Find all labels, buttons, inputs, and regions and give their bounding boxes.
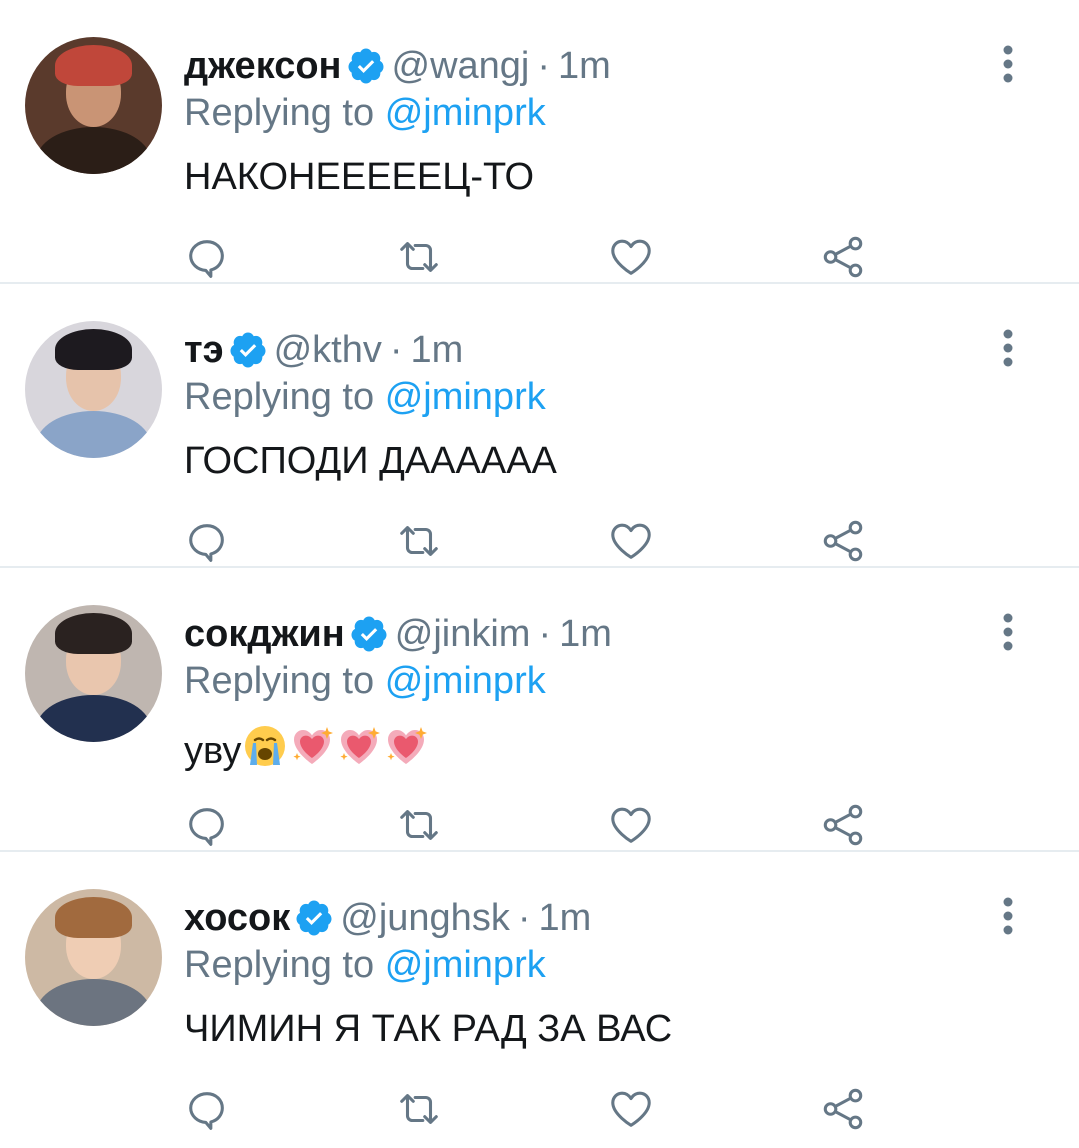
separator-dot: · xyxy=(389,329,403,371)
separator-dot: · xyxy=(538,613,552,655)
tweet-text: НАКОНЕЕЕЕЕЦ-ТО xyxy=(184,155,534,199)
retweet-icon[interactable] xyxy=(396,518,442,564)
tweet-header: хосок @junghsk · 1m xyxy=(184,896,591,940)
replying-to-label: Replying to xyxy=(184,92,375,134)
more-options-icon[interactable] xyxy=(988,612,1028,652)
tweet[interactable]: тэ @kthv · 1m Replying to @jminprk ГОСПО… xyxy=(0,284,1079,568)
crying-face-emoji xyxy=(242,723,288,779)
separator-dot: · xyxy=(517,897,531,939)
timestamp[interactable]: 1m xyxy=(538,896,591,940)
replying-to: Replying to @jminprk xyxy=(184,375,546,419)
reply-feed: джексон @wangj · 1m Replying to @jminprk… xyxy=(0,0,1079,1148)
verified-badge-icon xyxy=(349,614,389,654)
tweet-text-content: НАКОНЕЕЕЕЕЦ-ТО xyxy=(184,156,535,198)
verified-badge-icon xyxy=(228,330,268,370)
timestamp[interactable]: 1m xyxy=(559,612,612,656)
avatar[interactable] xyxy=(25,889,162,1026)
display-name[interactable]: хосок xyxy=(184,896,290,940)
reply-icon[interactable] xyxy=(184,234,230,280)
tweet[interactable]: джексон @wangj · 1m Replying to @jminprk… xyxy=(0,0,1079,284)
replying-to-label: Replying to xyxy=(184,376,375,418)
mention-link[interactable]: @jminprk xyxy=(385,660,546,702)
user-handle[interactable]: @junghsk xyxy=(340,896,510,940)
avatar[interactable] xyxy=(25,321,162,458)
replying-to: Replying to @jminprk xyxy=(184,659,546,703)
reply-icon[interactable] xyxy=(184,518,230,564)
replying-to: Replying to @jminprk xyxy=(184,91,546,135)
retweet-icon[interactable] xyxy=(396,1086,442,1132)
share-icon[interactable] xyxy=(820,802,866,848)
user-handle[interactable]: @wangj xyxy=(392,44,530,88)
separator-dot: · xyxy=(537,45,551,87)
verified-badge-icon xyxy=(346,46,386,86)
tweet-header: сокджин @jinkim · 1m xyxy=(184,612,612,656)
avatar[interactable] xyxy=(25,605,162,742)
more-options-icon[interactable] xyxy=(988,44,1028,84)
like-icon[interactable] xyxy=(608,802,654,848)
replying-to-label: Replying to xyxy=(184,944,375,986)
reply-icon[interactable] xyxy=(184,802,230,848)
like-icon[interactable] xyxy=(608,1086,654,1132)
user-handle[interactable]: @jinkim xyxy=(395,612,531,656)
tweet[interactable]: хосок @junghsk · 1m Replying to @jminprk… xyxy=(0,852,1079,1136)
replying-to: Replying to @jminprk xyxy=(184,943,546,987)
reply-icon[interactable] xyxy=(184,1086,230,1132)
share-icon[interactable] xyxy=(820,1086,866,1132)
timestamp[interactable]: 1m xyxy=(558,44,611,88)
replying-to-label: Replying to xyxy=(184,660,375,702)
tweet-header: тэ @kthv · 1m xyxy=(184,328,463,372)
like-icon[interactable] xyxy=(608,518,654,564)
retweet-icon[interactable] xyxy=(396,234,442,280)
display-name[interactable]: сокджин xyxy=(184,612,345,656)
retweet-icon[interactable] xyxy=(396,802,442,848)
mention-link[interactable]: @jminprk xyxy=(385,92,546,134)
tweet-text-content: уву xyxy=(184,730,242,772)
display-name[interactable]: тэ xyxy=(184,328,224,372)
tweet-text-content: ГОСПОДИ ДАААААА xyxy=(184,440,557,482)
sparkling-heart-emoji xyxy=(336,723,382,779)
share-icon[interactable] xyxy=(820,234,866,280)
timestamp[interactable]: 1m xyxy=(411,328,464,372)
tweet-text: уву xyxy=(184,723,429,779)
more-options-icon[interactable] xyxy=(988,896,1028,936)
share-icon[interactable] xyxy=(820,518,866,564)
sparkling-heart-emoji xyxy=(289,723,335,779)
sparkling-heart-emoji xyxy=(383,723,429,779)
mention-link[interactable]: @jminprk xyxy=(385,944,546,986)
tweet-text-content: ЧИМИН Я ТАК РАД ЗА ВАС xyxy=(184,1008,673,1050)
display-name[interactable]: джексон xyxy=(184,44,342,88)
user-handle[interactable]: @kthv xyxy=(274,328,382,372)
more-options-icon[interactable] xyxy=(988,328,1028,368)
tweet-text: ЧИМИН Я ТАК РАД ЗА ВАС xyxy=(184,1007,672,1051)
tweet-text: ГОСПОДИ ДАААААА xyxy=(184,439,557,483)
tweet[interactable]: сокджин @jinkim · 1m Replying to @jminpr… xyxy=(0,568,1079,852)
like-icon[interactable] xyxy=(608,234,654,280)
verified-badge-icon xyxy=(294,898,334,938)
tweet-header: джексон @wangj · 1m xyxy=(184,44,611,88)
mention-link[interactable]: @jminprk xyxy=(385,376,546,418)
avatar[interactable] xyxy=(25,37,162,174)
